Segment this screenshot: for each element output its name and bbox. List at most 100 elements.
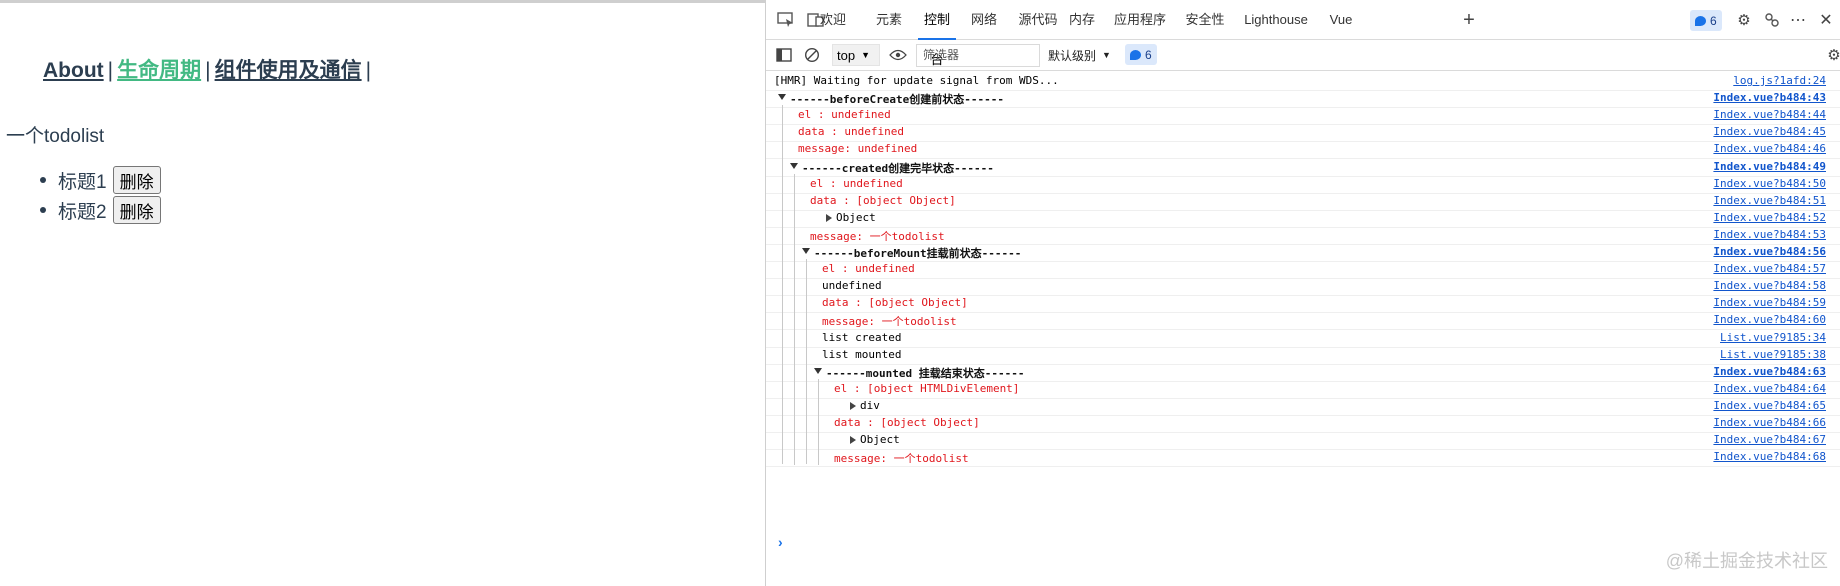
console-message: undefined bbox=[822, 279, 882, 292]
expand-triangle-icon[interactable] bbox=[802, 248, 810, 254]
console-message: div bbox=[860, 399, 880, 412]
source-link[interactable]: Index.vue?b484:53 bbox=[1713, 228, 1826, 241]
console-message: data : [object Object] bbox=[810, 194, 956, 207]
nav-bar: About | 生命周期 | 组件使用及通信 | bbox=[43, 54, 375, 84]
source-link[interactable]: List.vue?9185:38 bbox=[1720, 348, 1826, 361]
todo-title: 一个todolist bbox=[6, 126, 105, 147]
source-link[interactable]: Index.vue?b484:57 bbox=[1713, 262, 1826, 275]
log-level-select[interactable]: 默认级别 ▼ bbox=[1048, 44, 1111, 66]
tab-1[interactable]: 元素 bbox=[872, 0, 906, 40]
filter-input[interactable]: 筛选器 bbox=[916, 44, 1040, 67]
context-select[interactable]: top ▼ bbox=[832, 44, 880, 66]
collapse-triangle-icon[interactable] bbox=[850, 402, 856, 410]
todo-item-title: 标题2 bbox=[58, 201, 107, 223]
nav-components-link[interactable]: 组件使用及通信 bbox=[215, 59, 362, 82]
tab-8[interactable]: Lighthouse bbox=[1238, 0, 1314, 40]
issues-icon bbox=[1130, 49, 1141, 60]
console-message: el : undefined bbox=[822, 262, 915, 275]
watermark: @稀土掘金技术社区 bbox=[1665, 551, 1828, 571]
chevron-down-icon: ▼ bbox=[861, 50, 870, 60]
settings-icon[interactable]: ⚙ bbox=[1734, 10, 1754, 30]
toolbar-issues-count: 6 bbox=[1145, 47, 1152, 62]
todo-item-title: 标题1 bbox=[58, 171, 107, 193]
source-link[interactable]: Index.vue?b484:45 bbox=[1713, 125, 1826, 138]
sidebar-toggle-icon[interactable] bbox=[774, 45, 794, 65]
source-link[interactable]: Index.vue?b484:51 bbox=[1713, 194, 1826, 207]
tab-0[interactable]: 欢迎 bbox=[814, 0, 852, 40]
source-link[interactable]: Index.vue?b484:67 bbox=[1713, 433, 1826, 446]
collapse-triangle-icon[interactable] bbox=[850, 436, 856, 444]
issues-badge[interactable]: 6 bbox=[1690, 10, 1722, 31]
source-link[interactable]: Index.vue?b484:64 bbox=[1713, 382, 1826, 395]
add-tab-icon[interactable]: + bbox=[1459, 9, 1479, 31]
console-message: Object bbox=[860, 433, 900, 446]
delete-button[interactable]: 删除 bbox=[112, 166, 161, 194]
context-select-value: top bbox=[837, 47, 856, 63]
chevron-down-icon: ▼ bbox=[1102, 50, 1111, 60]
app-page: About | 生命周期 | 组件使用及通信 | 一个todolist 标题1 删除 标题… bbox=[0, 0, 766, 586]
console-log-row: message: undefined Index.vue?b484:46 bbox=[766, 139, 1840, 159]
console-message: Object bbox=[836, 211, 876, 224]
remote-icon[interactable] bbox=[1762, 10, 1782, 30]
console-message: el : undefined bbox=[798, 108, 891, 121]
expand-triangle-icon[interactable] bbox=[814, 368, 822, 374]
issues-count: 6 bbox=[1710, 13, 1717, 28]
console-message: list created bbox=[822, 331, 902, 344]
tab-5[interactable]: 内存 bbox=[1066, 0, 1098, 40]
tab-9[interactable]: Vue bbox=[1326, 0, 1356, 40]
tab-6[interactable]: 应用程序 bbox=[1112, 0, 1168, 40]
source-link[interactable]: Index.vue?b484:66 bbox=[1713, 416, 1826, 429]
tab-7[interactable]: 安全性 bbox=[1182, 0, 1228, 40]
group-guide-line bbox=[794, 174, 795, 465]
expand-triangle-icon[interactable] bbox=[778, 94, 786, 100]
issues-icon bbox=[1695, 15, 1706, 26]
source-link[interactable]: Index.vue?b484:58 bbox=[1713, 279, 1826, 292]
source-link[interactable]: Index.vue?b484:44 bbox=[1713, 108, 1826, 121]
group-guide-line bbox=[818, 379, 819, 465]
nav-separator: | bbox=[205, 59, 211, 82]
source-link[interactable]: Index.vue?b484:68 bbox=[1713, 450, 1826, 463]
source-link[interactable]: Index.vue?b484:56 bbox=[1713, 245, 1826, 258]
nav-about-link[interactable]: About bbox=[43, 59, 104, 82]
todo-item: 标题2 删除 bbox=[38, 195, 161, 225]
console-log-row: message: 一个todolist Index.vue?b484:68 bbox=[766, 447, 1840, 467]
clear-console-icon[interactable] bbox=[802, 45, 822, 65]
console-prompt[interactable]: › bbox=[778, 534, 783, 550]
more-icon[interactable]: ⋯ bbox=[1788, 10, 1808, 30]
tab-4[interactable]: 源代码 bbox=[1016, 0, 1060, 40]
source-link[interactable]: Index.vue?b484:46 bbox=[1713, 142, 1826, 155]
close-icon[interactable]: ✕ bbox=[1816, 10, 1836, 30]
tab-3[interactable]: 网络 bbox=[968, 0, 1000, 40]
eye-icon[interactable] bbox=[888, 45, 908, 65]
nav-separator: | bbox=[365, 59, 372, 82]
collapse-triangle-icon[interactable] bbox=[826, 214, 832, 222]
devtools-panel: 欢迎 元素 控制台 网络 源代码 内存 应用程序 安全性 Lighthouse Vue + 6 ⚙… bbox=[766, 0, 1840, 586]
console-settings-icon[interactable]: ⚙ bbox=[1824, 45, 1840, 65]
console-message: el : [object HTMLDivElement] bbox=[834, 382, 1020, 395]
source-link[interactable]: Index.vue?b484:65 bbox=[1713, 399, 1826, 412]
source-link[interactable]: Index.vue?b484:52 bbox=[1713, 211, 1826, 224]
console-message: message: undefined bbox=[798, 142, 918, 155]
nav-lifecycle-link[interactable]: 生命周期 bbox=[117, 59, 201, 82]
toolbar-issues-badge[interactable]: 6 bbox=[1125, 44, 1157, 65]
console-message: data : [object Object] bbox=[822, 296, 968, 309]
source-link[interactable]: Index.vue?b484:60 bbox=[1713, 313, 1826, 326]
source-link[interactable]: List.vue?9185:34 bbox=[1720, 331, 1826, 344]
console-message: message: 一个todolist bbox=[822, 315, 957, 328]
source-link[interactable]: Index.vue?b484:63 bbox=[1713, 365, 1826, 378]
inspect-icon[interactable] bbox=[776, 10, 796, 30]
source-link[interactable]: Index.vue?b484:50 bbox=[1713, 177, 1826, 190]
tab-2[interactable]: 控制台 bbox=[918, 0, 956, 67]
bullet-icon bbox=[40, 207, 46, 213]
source-link[interactable]: log.js?1afd:24 bbox=[1733, 74, 1826, 87]
group-guide-line bbox=[782, 105, 783, 464]
console-message: data : [object Object] bbox=[834, 416, 980, 429]
source-link[interactable]: Index.vue?b484:59 bbox=[1713, 296, 1826, 309]
delete-button[interactable]: 删除 bbox=[112, 196, 161, 224]
expand-triangle-icon[interactable] bbox=[790, 163, 798, 169]
source-link[interactable]: Index.vue?b484:49 bbox=[1713, 160, 1826, 173]
source-link[interactable]: Index.vue?b484:43 bbox=[1713, 91, 1826, 104]
console-message: message: 一个todolist bbox=[834, 452, 969, 465]
nav-separator: | bbox=[107, 59, 114, 82]
console-output: [HMR] Waiting for update signal from WDS… bbox=[766, 71, 1840, 541]
